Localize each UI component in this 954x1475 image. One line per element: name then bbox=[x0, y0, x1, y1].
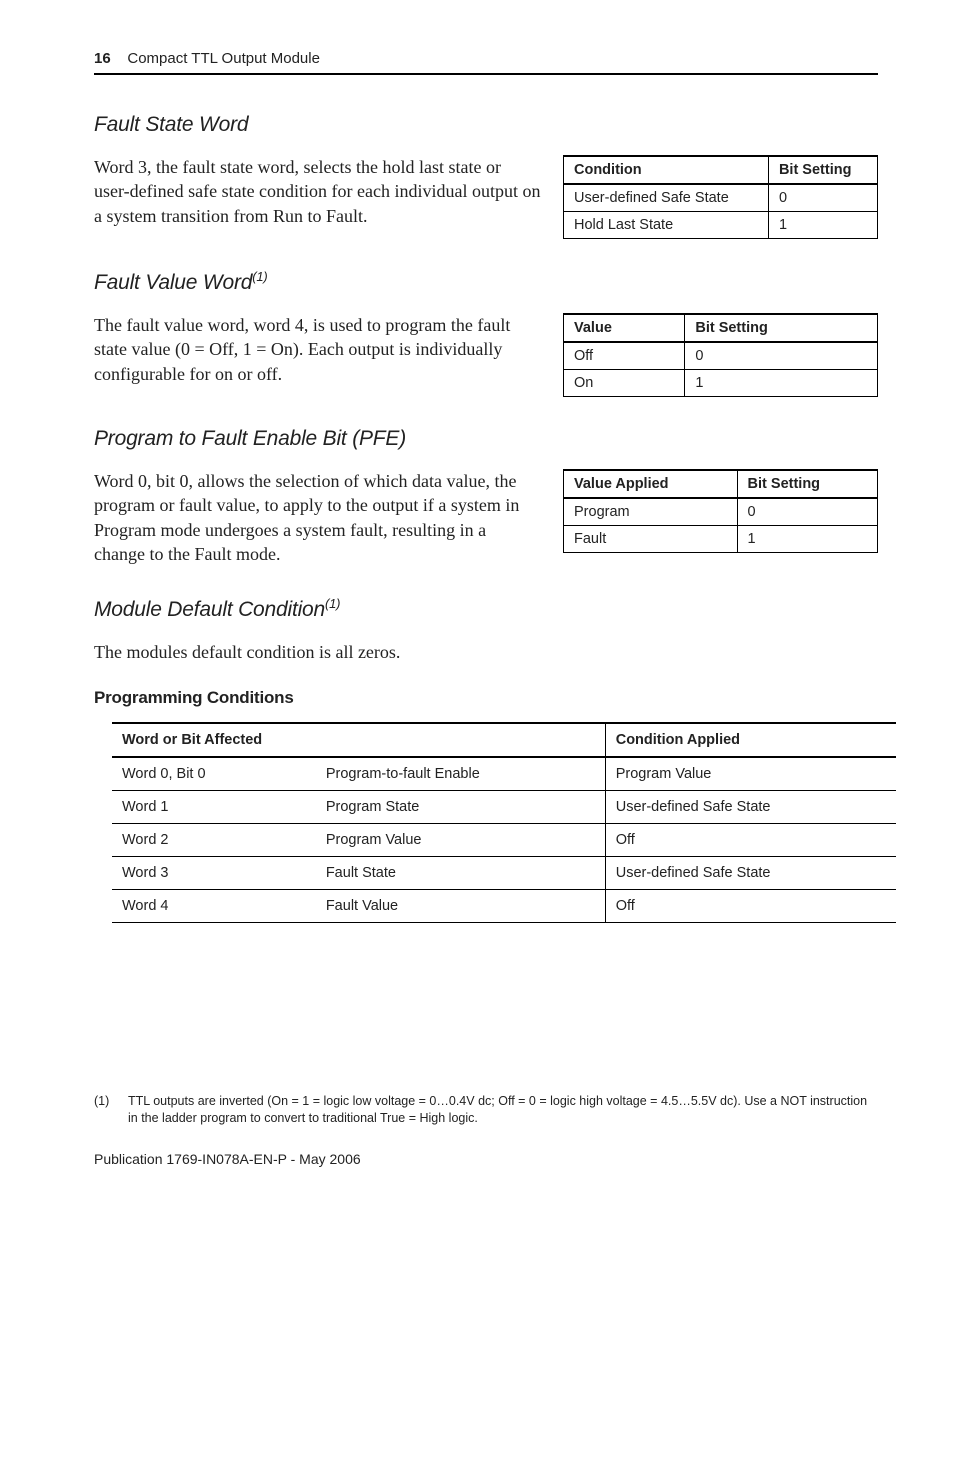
td: 0 bbox=[685, 342, 878, 370]
th-bitsetting: Bit Setting bbox=[768, 156, 877, 184]
td: User-defined Safe State bbox=[605, 857, 896, 890]
th-word-or-bit-affected: Word or Bit Affected bbox=[112, 723, 605, 757]
body-pfe: Word 0, bit 0, allows the selection of w… bbox=[94, 469, 541, 566]
td: Off bbox=[564, 342, 685, 370]
td: User-defined Safe State bbox=[605, 791, 896, 824]
td: Program bbox=[564, 498, 738, 526]
page-container: 16 Compact TTL Output Module Fault State… bbox=[0, 0, 954, 1475]
td: Program-to-fault Enable bbox=[316, 757, 605, 791]
table-pfe: Value Applied Bit Setting Program 0 Faul… bbox=[563, 469, 878, 553]
td: Program Value bbox=[316, 824, 605, 857]
td: Word 3 bbox=[112, 857, 316, 890]
footnote-text: TTL outputs are inverted (On = 1 = logic… bbox=[128, 1093, 878, 1127]
footnote-mark: (1) bbox=[94, 1093, 112, 1127]
body-fault-value-word: The fault value word, word 4, is used to… bbox=[94, 313, 541, 386]
td: Off bbox=[605, 824, 896, 857]
heading-text: Fault Value Word bbox=[94, 271, 252, 294]
td: Word 1 bbox=[112, 791, 316, 824]
td: Fault bbox=[564, 526, 738, 553]
td: Program Value bbox=[605, 757, 896, 791]
td: Word 2 bbox=[112, 824, 316, 857]
th-value-applied: Value Applied bbox=[564, 470, 738, 498]
td: Off bbox=[605, 890, 896, 923]
textcol-pfe: Word 0, bit 0, allows the selection of w… bbox=[94, 469, 541, 566]
textcol-fvw: The fault value word, word 4, is used to… bbox=[94, 313, 541, 386]
table-programming-conditions: Word or Bit Affected Condition Applied W… bbox=[112, 722, 896, 923]
body-fault-state-word: Word 3, the fault state word, selects th… bbox=[94, 155, 541, 228]
header-title: Compact TTL Output Module bbox=[127, 50, 320, 67]
heading-fault-state-word: Fault State Word bbox=[94, 113, 878, 137]
row-pfe: Word 0, bit 0, allows the selection of w… bbox=[94, 469, 878, 566]
td: Word 0, Bit 0 bbox=[112, 757, 316, 791]
th-bitsetting: Bit Setting bbox=[685, 314, 878, 342]
heading-text: Module Default Condition bbox=[94, 598, 325, 621]
publication-footer: Publication 1769-IN078A-EN-P - May 2006 bbox=[94, 1151, 878, 1167]
row-fault-state-word: Word 3, the fault state word, selects th… bbox=[94, 155, 878, 239]
th-condition: Condition bbox=[564, 156, 769, 184]
th-condition-applied: Condition Applied bbox=[605, 723, 896, 757]
row-fault-value-word: The fault value word, word 4, is used to… bbox=[94, 313, 878, 397]
tablecol-fvw: Value Bit Setting Off 0 On 1 bbox=[563, 313, 878, 397]
td: Fault Value bbox=[316, 890, 605, 923]
header-rule bbox=[94, 73, 878, 75]
textcol-fsw: Word 3, the fault state word, selects th… bbox=[94, 155, 541, 228]
td: 0 bbox=[737, 498, 877, 526]
td: 1 bbox=[768, 212, 877, 239]
heading-fault-value-word: Fault Value Word(1) bbox=[94, 269, 878, 295]
td: Program State bbox=[316, 791, 605, 824]
body-module-default: The modules default condition is all zer… bbox=[94, 640, 878, 664]
table-fault-value-word: Value Bit Setting Off 0 On 1 bbox=[563, 313, 878, 397]
td: Fault State bbox=[316, 857, 605, 890]
td: Hold Last State bbox=[564, 212, 769, 239]
td: 1 bbox=[737, 526, 877, 553]
td: 0 bbox=[768, 184, 877, 212]
heading-pfe: Program to Fault Enable Bit (PFE) bbox=[94, 427, 878, 451]
running-header: 16 Compact TTL Output Module bbox=[94, 50, 878, 67]
heading-programming-conditions: Programming Conditions bbox=[94, 688, 878, 708]
th-bitsetting: Bit Setting bbox=[737, 470, 877, 498]
footnote: (1) TTL outputs are inverted (On = 1 = l… bbox=[94, 1093, 878, 1127]
th-value: Value bbox=[564, 314, 685, 342]
page-number: 16 bbox=[94, 50, 111, 67]
tablecol-fsw: Condition Bit Setting User-defined Safe … bbox=[563, 155, 878, 239]
heading-sup: (1) bbox=[325, 596, 340, 611]
heading-module-default: Module Default Condition(1) bbox=[94, 596, 878, 622]
heading-sup: (1) bbox=[252, 269, 267, 284]
table-fault-state-word: Condition Bit Setting User-defined Safe … bbox=[563, 155, 878, 239]
tablecol-pfe: Value Applied Bit Setting Program 0 Faul… bbox=[563, 469, 878, 553]
td: Word 4 bbox=[112, 890, 316, 923]
td: 1 bbox=[685, 370, 878, 397]
td: User-defined Safe State bbox=[564, 184, 769, 212]
td: On bbox=[564, 370, 685, 397]
